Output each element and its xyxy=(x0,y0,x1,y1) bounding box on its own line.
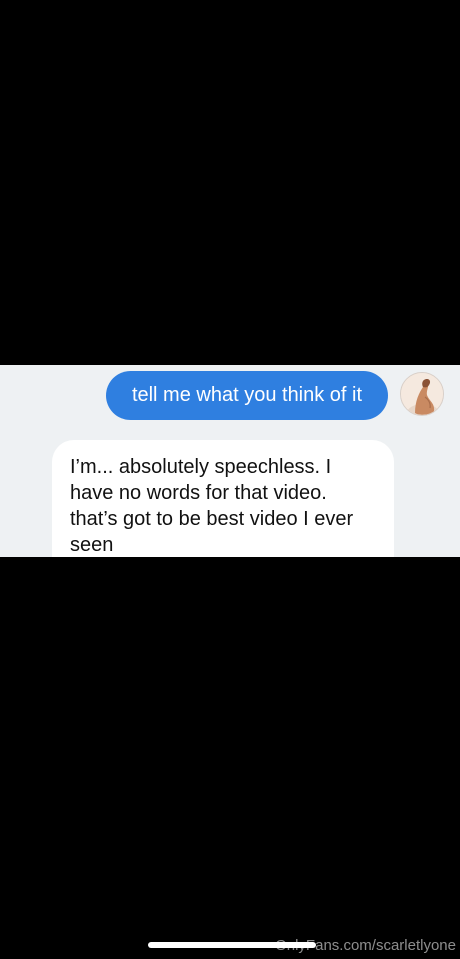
user-avatar-photo-icon xyxy=(401,373,443,415)
sent-message-bubble[interactable]: tell me what you think of it xyxy=(106,371,388,420)
watermark-text: OnlyFans.com/scarletlyone xyxy=(275,937,456,954)
chat-conversation: tell me what you think of it I’m... abso… xyxy=(0,365,460,557)
received-message-bubble[interactable]: I’m... absolutely speechless. I have no … xyxy=(52,440,394,557)
avatar[interactable] xyxy=(400,372,444,416)
screenshot-page: tell me what you think of it I’m... abso… xyxy=(0,0,460,959)
